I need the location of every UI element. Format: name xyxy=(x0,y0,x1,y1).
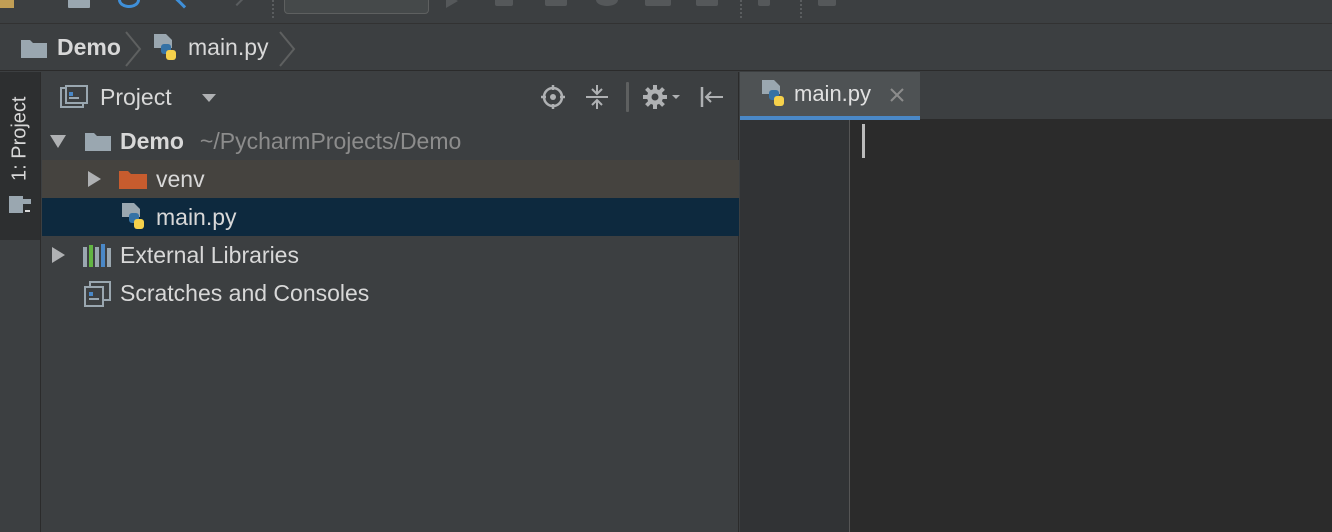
editor-area: main.py xyxy=(740,72,1332,532)
code-editor[interactable] xyxy=(851,120,1332,532)
run-configuration-selector[interactable] xyxy=(284,0,429,14)
project-view-selector[interactable]: Project xyxy=(60,72,172,122)
vcs-icon[interactable] xyxy=(818,0,836,6)
project-panel-title: Project xyxy=(100,83,172,110)
breadcrumb-label: Demo xyxy=(57,34,121,60)
build-icon[interactable] xyxy=(758,0,770,6)
run-icon[interactable] xyxy=(446,0,458,8)
project-tool-window-label: 1: Project xyxy=(8,96,31,182)
collapse-all-icon[interactable] xyxy=(584,84,610,110)
project-window-icon xyxy=(9,196,31,213)
scratches-icon xyxy=(84,281,111,307)
project-tool-window-button[interactable]: 1: Project xyxy=(0,72,40,240)
editor-tab-main-py[interactable]: main.py xyxy=(740,72,920,120)
tree-node-label: main.py xyxy=(156,203,237,230)
tree-node-label: Demo ~/PycharmProjects/Demo xyxy=(120,128,461,155)
expand-arrow-icon[interactable] xyxy=(88,171,101,187)
coverage-icon[interactable] xyxy=(545,0,567,6)
text-caret xyxy=(862,124,865,158)
python-file-icon xyxy=(154,33,176,60)
tree-node-external-libraries[interactable]: External Libraries xyxy=(42,236,739,274)
tree-node-scratches[interactable]: Scratches and Consoles xyxy=(42,274,739,312)
breadcrumb-label: main.py xyxy=(188,34,269,60)
toolbar-separator xyxy=(800,0,802,18)
save-all-icon[interactable] xyxy=(68,0,90,8)
project-root-name: Demo xyxy=(120,127,184,154)
hide-panel-icon[interactable] xyxy=(698,84,724,110)
main-toolbar xyxy=(0,0,1332,24)
python-file-icon xyxy=(762,80,784,106)
collapse-arrow-icon[interactable] xyxy=(50,135,66,148)
project-panel-header: Project xyxy=(42,72,739,122)
breadcrumb-demo[interactable]: Demo xyxy=(20,24,121,71)
left-tool-window-stripe: 1: Project xyxy=(0,72,41,532)
toolbar-separator xyxy=(272,0,274,18)
folder-icon xyxy=(85,133,111,151)
tree-node-main-py[interactable]: main.py xyxy=(42,198,739,236)
locate-icon[interactable] xyxy=(540,84,566,110)
libraries-icon xyxy=(83,244,111,267)
expand-arrow-icon[interactable] xyxy=(52,247,65,263)
tree-node-label: Scratches and Consoles xyxy=(120,279,370,306)
tree-node-label: venv xyxy=(156,165,205,192)
concurrency-icon[interactable] xyxy=(645,0,671,6)
project-view-icon xyxy=(60,85,88,108)
folder-icon xyxy=(21,39,47,58)
close-icon[interactable] xyxy=(888,86,906,104)
breadcrumb-main-py[interactable]: main.py xyxy=(152,24,269,71)
debug-icon[interactable] xyxy=(495,0,513,6)
stop-icon[interactable] xyxy=(696,0,718,6)
navigation-bar: Demo main.py xyxy=(0,24,1332,71)
gear-icon[interactable] xyxy=(642,84,684,110)
project-root-path: ~/PycharmProjects/Demo xyxy=(199,127,462,154)
editor-gutter xyxy=(740,120,850,532)
header-divider xyxy=(626,82,629,112)
navigate-back-icon[interactable] xyxy=(175,0,193,9)
tree-node-venv[interactable]: venv xyxy=(42,160,739,198)
editor-tab-bar: main.py xyxy=(740,72,1332,120)
editor-tab-label: main.py xyxy=(794,81,872,106)
open-folder-icon[interactable] xyxy=(0,0,14,8)
breadcrumb-separator-icon xyxy=(279,31,296,67)
tree-node-demo[interactable]: Demo ~/PycharmProjects/Demo xyxy=(42,122,739,160)
project-panel: Project Demo ~/PycharmProjects/Demo venv… xyxy=(42,72,739,532)
excluded-folder-icon xyxy=(119,171,147,189)
navigate-forward-icon[interactable] xyxy=(229,0,245,7)
synchronize-icon[interactable] xyxy=(118,0,140,8)
python-file-icon xyxy=(122,203,144,229)
toolbar-separator xyxy=(740,0,742,18)
tree-node-label: External Libraries xyxy=(120,241,299,268)
breadcrumb-separator-icon xyxy=(125,31,142,67)
chevron-down-icon[interactable] xyxy=(202,94,216,102)
profile-icon[interactable] xyxy=(596,0,618,6)
